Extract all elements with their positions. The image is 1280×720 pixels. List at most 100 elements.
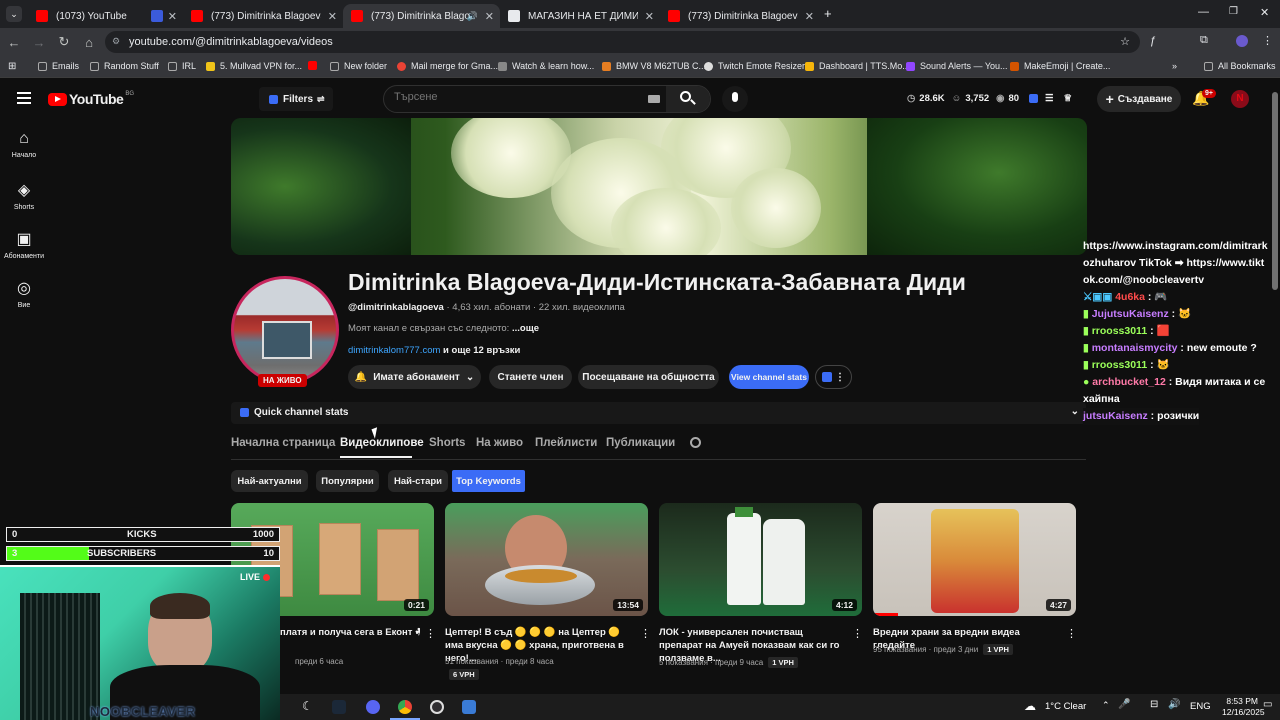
more-link[interactable]: ...още: [512, 323, 539, 334]
tab-4-active[interactable]: (773) Dimitrinka Blagoeva-Д🔊✕: [343, 4, 500, 28]
sidebar-item-home[interactable]: ⌂ Начало: [0, 130, 48, 159]
menu-hamburger-icon[interactable]: [17, 92, 31, 104]
steam-icon[interactable]: [332, 700, 346, 714]
bookmark-watch-learn[interactable]: Watch & learn how...: [498, 61, 594, 71]
video-menu-icon[interactable]: ⋮: [852, 627, 863, 640]
search-button[interactable]: [666, 86, 710, 112]
tray-chevron-up-icon[interactable]: ⌃: [1102, 700, 1110, 711]
obs-icon[interactable]: [430, 700, 444, 714]
close-window-icon[interactable]: ✕: [1260, 6, 1269, 19]
voice-search-button[interactable]: [722, 86, 748, 112]
channel-website-link[interactable]: dimitrinkalom777.com: [348, 345, 440, 356]
bookmark-dashboard[interactable]: Dashboard | TTS.Mo...: [805, 61, 910, 71]
apps-grid-icon[interactable]: ⊞: [8, 61, 16, 72]
site-info-icon[interactable]: ⚙: [112, 36, 120, 47]
tab-live[interactable]: На живо: [476, 437, 523, 449]
tab-shorts[interactable]: Shorts: [429, 437, 465, 449]
volume-icon[interactable]: 🔊: [1168, 699, 1180, 710]
tab-playlists[interactable]: Плейлисти: [535, 437, 597, 449]
create-button[interactable]: + Създаване: [1097, 86, 1181, 112]
new-tab-icon[interactable]: +: [824, 6, 832, 21]
video-menu-icon[interactable]: ⋮: [425, 627, 436, 640]
bookmark-star-icon[interactable]: ☆: [1120, 35, 1130, 48]
bookmark-sound-alerts[interactable]: Sound Alerts — You...: [906, 61, 1008, 71]
channel-description[interactable]: Моят канал е свързан със следното: ...ощ…: [348, 323, 539, 334]
extension-icon[interactable]: [1029, 94, 1039, 103]
video-menu-icon[interactable]: ⋮: [1066, 627, 1077, 640]
extension-icon[interactable]: ƒ: [1150, 35, 1156, 47]
chevron-down-icon[interactable]: ⌄: [1071, 406, 1079, 417]
bookmark-mail-merge[interactable]: Mail merge for Gma...: [397, 61, 498, 71]
back-icon[interactable]: ←: [3, 35, 25, 50]
more-bookmarks-icon[interactable]: »: [1172, 61, 1177, 71]
sidebar-item-you[interactable]: ◎ Вие: [0, 278, 48, 309]
close-icon[interactable]: ✕: [645, 10, 654, 23]
filter-latest[interactable]: Най-актуални: [231, 470, 308, 492]
channel-avatar[interactable]: [231, 276, 339, 384]
audio-icon[interactable]: 🔊: [467, 11, 478, 22]
filter-oldest[interactable]: Най-стари: [388, 470, 448, 492]
bookmark-bmw[interactable]: BMW V8 M62TUB C...: [602, 61, 706, 71]
filters-button[interactable]: Filters ⇌: [259, 87, 333, 111]
bookmark-irl[interactable]: IRL: [168, 61, 196, 71]
notifications-icon[interactable]: ▭: [1263, 699, 1272, 710]
tab-2[interactable]: ✕: [143, 4, 183, 28]
network-icon[interactable]: ⊟: [1150, 699, 1158, 710]
home-icon[interactable]: ⌂: [78, 35, 100, 50]
tab-6[interactable]: (773) Dimitrinka Blagoeva-Диди✕: [660, 4, 820, 28]
all-bookmarks[interactable]: All Bookmarks: [1204, 61, 1276, 71]
join-button[interactable]: Станете член: [489, 365, 572, 389]
sidebar-item-subscriptions[interactable]: ▣ Абонаменти: [0, 229, 48, 260]
restore-icon[interactable]: ❐: [1229, 6, 1238, 17]
minimize-icon[interactable]: —: [1198, 6, 1209, 18]
channel-search-icon[interactable]: [690, 437, 701, 448]
search-input[interactable]: [394, 91, 634, 103]
url-field[interactable]: ⚙ youtube.com/@dimitrinkablagoeva/videos…: [105, 31, 1140, 53]
profile-avatar[interactable]: [1236, 35, 1248, 47]
microphone-icon[interactable]: 🎤: [1118, 699, 1130, 710]
tab-videos[interactable]: Видеоклипове: [340, 437, 424, 449]
live-badge[interactable]: НА ЖИВО: [258, 374, 307, 387]
sidebar-item-shorts[interactable]: ◈ Shorts: [0, 180, 48, 211]
reload-icon[interactable]: ↻: [53, 34, 75, 50]
extensions-puzzle-icon[interactable]: ⧉: [1200, 34, 1208, 47]
view-channel-stats-button[interactable]: View channel stats: [729, 365, 809, 389]
video-thumbnail[interactable]: 4:12: [659, 503, 862, 616]
video-title[interactable]: платя и получа сега в Еконт ☘: [280, 626, 420, 639]
forward-icon[interactable]: →: [28, 35, 50, 50]
tab-3[interactable]: (773) Dimitrinka Blagoeva-Диди✕: [183, 4, 343, 28]
subscribed-button[interactable]: 🔔 Имате абонамент ⌄: [348, 365, 481, 389]
tab-posts[interactable]: Публикации: [606, 437, 675, 449]
bookmark-random-stuff[interactable]: Random Stuff: [90, 61, 159, 71]
more-links[interactable]: и още 12 връзки: [440, 345, 520, 356]
taskbar-app-icon[interactable]: ☾: [302, 699, 313, 713]
filter-popular[interactable]: Популярни: [316, 470, 379, 492]
tab-search-icon[interactable]: ⌄: [6, 6, 22, 22]
video-thumbnail[interactable]: 13:54: [445, 503, 648, 616]
bookmark-twitch-emote[interactable]: Twitch Emote Resizer: [704, 61, 805, 71]
extension-menu-button[interactable]: ⋮: [815, 365, 852, 389]
bookmark-makeemoji[interactable]: MakeEmoji | Create...: [1010, 61, 1110, 71]
trophy-icon[interactable]: ♕: [1064, 93, 1073, 104]
bookmark-youtube[interactable]: [308, 61, 324, 70]
filter-top-keywords[interactable]: Top Keywords: [452, 470, 525, 492]
community-button[interactable]: Посещаване на общността: [578, 365, 719, 389]
video-thumbnail[interactable]: 4:27: [873, 503, 1076, 616]
page-scrollbar[interactable]: [1272, 92, 1278, 290]
calculator-icon[interactable]: [462, 700, 476, 714]
close-icon[interactable]: ✕: [805, 10, 814, 23]
video-menu-icon[interactable]: ⋮: [640, 627, 651, 640]
close-icon[interactable]: ✕: [168, 10, 177, 23]
discord-icon[interactable]: [366, 700, 380, 714]
tab-home[interactable]: Начална страница: [231, 437, 335, 449]
bookmark-mullvad[interactable]: 5. Mullvad VPN for...: [206, 61, 302, 71]
tab-5[interactable]: МАГАЗИН НА ЕТ ДИМИТРИН✕: [500, 4, 660, 28]
keyboard-icon[interactable]: [648, 95, 660, 103]
account-avatar[interactable]: N: [1231, 90, 1249, 108]
chrome-icon[interactable]: [398, 700, 412, 714]
menu-kebab-icon[interactable]: ⋮: [1262, 34, 1273, 47]
bookmark-emails[interactable]: Emails: [38, 61, 79, 71]
clock[interactable]: 8:53 PM 12/16/2025: [1222, 696, 1265, 718]
youtube-logo[interactable]: YouTube BG: [48, 91, 134, 107]
list-icon[interactable]: ☰: [1045, 93, 1054, 104]
